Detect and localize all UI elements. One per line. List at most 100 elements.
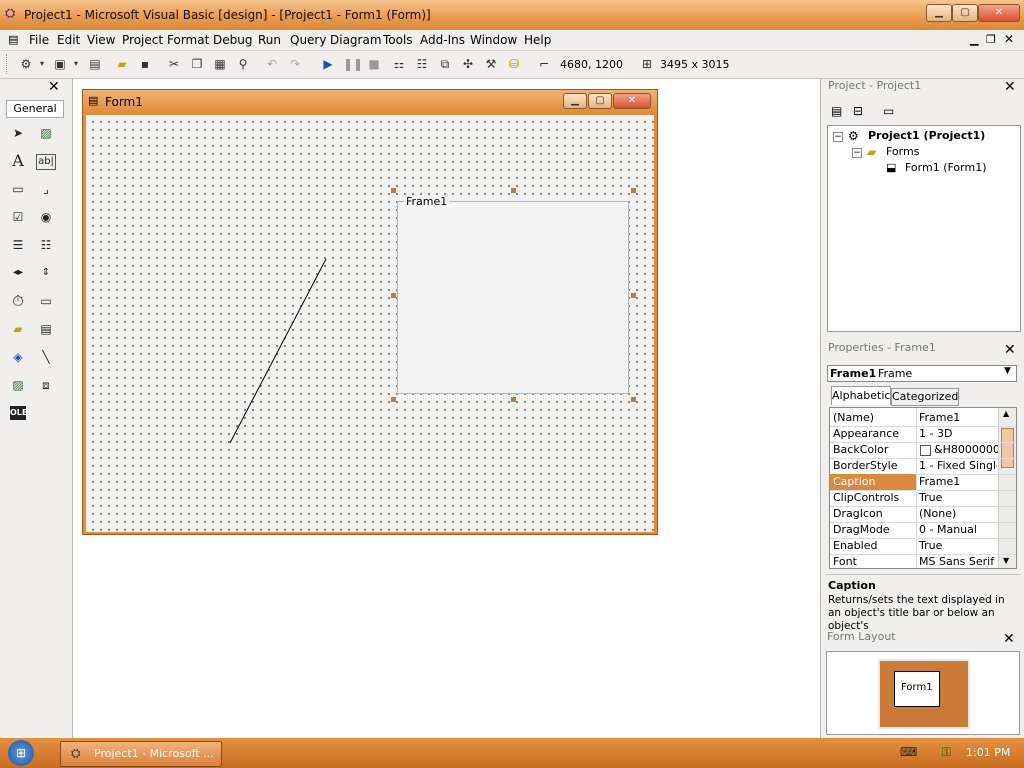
project-explorer-close-icon[interactable]: ✕ [1004,79,1016,95]
resize-handle[interactable] [391,397,396,402]
combobox-icon[interactable]: ☰ [8,235,28,255]
menu-file[interactable]: File [29,33,49,47]
toolbox-icon[interactable]: ⚒ [483,56,499,72]
object-selector[interactable]: Frame1 Frame ▼ [827,365,1017,382]
property-row[interactable]: BorderStyle 1 - Fixed Single [830,458,1016,475]
resize-handle[interactable] [631,188,636,193]
menu-project[interactable]: Project [122,33,163,47]
menu-add-ins[interactable]: Add-Ins [420,33,465,47]
resize-handle[interactable] [631,397,636,402]
maximize-button[interactable]: ▢ [952,4,978,22]
property-value[interactable]: Frame1 [919,475,997,488]
object-browser-icon[interactable]: ✣ [460,56,476,72]
undo-icon[interactable]: ↶ [264,56,280,72]
pointer-icon[interactable]: ➤ [8,123,28,143]
view-code-icon[interactable]: ▤ [831,104,842,118]
line-icon[interactable]: ╲ [36,347,56,367]
close-button[interactable]: ✕ [978,4,1020,22]
paste-icon[interactable]: ▦ [212,56,228,72]
tree-collapse-icon[interactable]: − [852,148,862,158]
tab-alphabetic[interactable]: Alphabetic [831,386,891,405]
filelistbox-icon[interactable]: ▤ [36,319,56,339]
start-icon[interactable]: ▶ [320,56,336,72]
property-value[interactable]: 1 - 3D [919,427,997,440]
menu-window[interactable]: Window [470,33,517,47]
toolbox-close-icon[interactable]: ✕ [48,79,60,95]
property-value[interactable]: &H8000000F [934,443,998,456]
tab-categorized[interactable]: Categorized [891,388,959,406]
optionbutton-icon[interactable]: ◉ [36,207,56,227]
find-icon[interactable]: ⚲ [235,56,251,72]
network-icon[interactable]: ⚿ [942,745,951,760]
resize-handle[interactable] [391,293,396,298]
property-value[interactable]: 1 - Fixed Single [919,459,997,472]
open-folder-icon[interactable]: ▰ [114,56,130,72]
menu-editor-icon[interactable]: ▤ [87,56,103,72]
data-view-icon[interactable]: ⛁ [506,56,522,72]
property-row[interactable]: Appearance 1 - 3D [830,426,1016,443]
hscrollbar-icon[interactable]: ◂▸ [8,263,28,283]
toggle-folders-icon[interactable]: ▭ [883,104,894,118]
tree-collapse-icon[interactable]: − [833,132,843,142]
property-row-selected[interactable]: Caption Frame1 [830,474,1016,491]
menu-tools[interactable]: Tools [383,33,413,47]
properties-window-icon[interactable]: ☷ [414,56,430,72]
data-control-icon[interactable]: ⧈ [36,375,56,395]
dropdown-arrow-icon[interactable]: ▾ [68,56,84,72]
mdi-restore-icon[interactable]: ❐ [986,33,996,46]
tree-form1-item[interactable]: Form1 (Form1) [905,161,987,174]
form-layout-icon[interactable]: ⧉ [437,56,453,72]
frame-icon[interactable]: ▭ [8,179,28,199]
menu-query[interactable]: Query [290,33,326,47]
listbox-icon[interactable]: ☷ [36,235,56,255]
vscrollbar-icon[interactable]: ⇕ [36,263,56,283]
add-form-icon[interactable]: ▣ [52,56,68,72]
view-object-icon[interactable]: ⊟ [853,104,863,118]
property-value[interactable]: (None) [919,507,997,520]
property-row[interactable]: DragIcon (None) [830,506,1016,523]
form-preview[interactable]: Form1 [894,671,940,707]
save-icon[interactable]: ▪ [137,56,153,72]
resize-handle[interactable] [511,188,516,193]
add-project-icon[interactable]: ⚙ [18,56,34,72]
dropdown-arrow-icon[interactable]: ▾ [34,56,50,72]
taskbar-button-vb[interactable]: ⛭ Project1 - Microsoft ... [60,741,222,767]
mdi-close-icon[interactable]: ✕ [1004,32,1014,46]
menu-view[interactable]: View [87,33,115,47]
project-explorer-icon[interactable]: ⚏ [391,56,407,72]
menu-diagram[interactable]: Diagram [330,33,382,47]
property-row[interactable]: ClipControls True [830,490,1016,507]
ole-icon[interactable]: OLE [10,406,27,420]
property-value[interactable]: MS Sans Serif [919,555,997,566]
menu-debug[interactable]: Debug [213,33,252,47]
frame1-control[interactable]: Frame1 [397,195,629,394]
property-value[interactable]: True [919,491,997,504]
end-icon[interactable]: ■ [366,56,382,72]
properties-close-icon[interactable]: ✕ [1004,342,1016,358]
picturebox-icon[interactable]: ▨ [36,123,56,143]
minimize-button[interactable]: ▁ [926,4,952,22]
drivelistbox-icon[interactable]: ▭ [36,291,56,311]
form-maximize-button[interactable]: ▢ [588,93,612,109]
form-design-canvas[interactable]: Frame1 [86,115,654,532]
mdi-minimize-icon[interactable]: ▁ [970,33,978,46]
timer-icon[interactable]: ⏱ [8,291,28,311]
property-value[interactable]: Frame1 [919,411,997,424]
resize-handle[interactable] [511,397,516,402]
toolbox-tab-general[interactable]: General [6,100,64,118]
label-icon[interactable]: A [8,151,28,171]
image-icon[interactable]: ▨ [8,375,28,395]
resize-handle[interactable] [631,293,636,298]
tree-project-root[interactable]: Project1 (Project1) [868,129,985,142]
property-row[interactable]: BackColor &H8000000F [830,442,1016,459]
commandbutton-icon[interactable]: ⌟ [36,179,56,199]
property-value[interactable]: 0 - Manual [919,523,997,536]
clock[interactable]: 1:01 PM [966,746,1010,759]
form-minimize-button[interactable]: ▁ [563,93,587,109]
textbox-icon[interactable]: ab| [36,154,56,170]
shape-icon[interactable]: ◈ [8,347,28,367]
menu-format[interactable]: Format [167,33,209,47]
keyboard-icon[interactable]: ⌨ [900,745,917,759]
line-shape[interactable] [229,258,327,444]
property-row[interactable]: (Name) Frame1 [830,410,1016,427]
